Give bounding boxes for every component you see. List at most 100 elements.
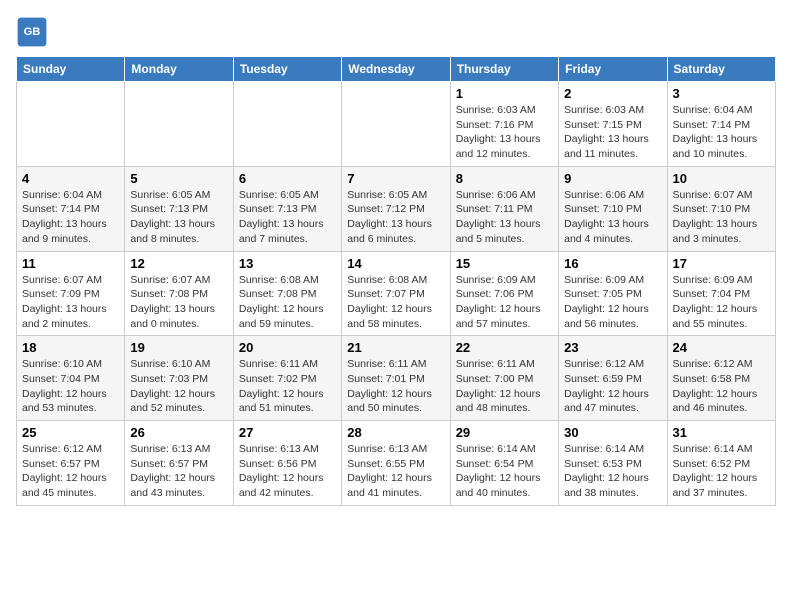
day-info: Sunrise: 6:09 AM Sunset: 7:04 PM Dayligh… <box>673 273 770 332</box>
column-header-thursday: Thursday <box>450 57 558 82</box>
day-number: 2 <box>564 86 661 101</box>
day-number: 21 <box>347 340 444 355</box>
calendar-table: SundayMondayTuesdayWednesdayThursdayFrid… <box>16 56 776 506</box>
day-number: 19 <box>130 340 227 355</box>
day-number: 28 <box>347 425 444 440</box>
calendar-cell <box>17 82 125 167</box>
svg-text:GB: GB <box>24 26 41 38</box>
calendar-cell: 3 Sunrise: 6:04 AM Sunset: 7:14 PM Daylig… <box>667 82 775 167</box>
day-number: 7 <box>347 171 444 186</box>
calendar-body: 1Sunrise: 6:03 AM Sunset: 7:16 PM Daylig… <box>17 82 776 506</box>
calendar-cell: 21 Sunrise: 6:11 AM Sunset: 7:01 PM Dayli… <box>342 336 450 421</box>
calendar-cell: 30Sunrise: 6:14 AM Sunset: 6:53 PM Dayli… <box>559 421 667 506</box>
calendar-cell: 22 Sunrise: 6:11 AM Sunset: 7:00 PM Dayli… <box>450 336 558 421</box>
day-number: 23 <box>564 340 661 355</box>
calendar-cell: 25 Sunrise: 6:12 AM Sunset: 6:57 PM Dayli… <box>17 421 125 506</box>
day-info: Sunrise: 6:05 AM Sunset: 7:13 PM Dayligh… <box>239 188 336 247</box>
day-number: 27 <box>239 425 336 440</box>
day-info: Sunrise: 6:08 AM Sunset: 7:07 PM Dayligh… <box>347 273 444 332</box>
calendar-cell: 19Sunrise: 6:10 AM Sunset: 7:03 PM Dayli… <box>125 336 233 421</box>
calendar-cell: 24 Sunrise: 6:12 AM Sunset: 6:58 PM Dayli… <box>667 336 775 421</box>
calendar-cell: 18 Sunrise: 6:10 AM Sunset: 7:04 PM Dayli… <box>17 336 125 421</box>
logo: GB <box>16 16 52 48</box>
day-number: 18 <box>22 340 119 355</box>
calendar-cell: 15 Sunrise: 6:09 AM Sunset: 7:06 PM Dayli… <box>450 251 558 336</box>
day-info: Sunrise: 6:07 AM Sunset: 7:09 PM Dayligh… <box>22 273 119 332</box>
day-number: 24 <box>673 340 770 355</box>
day-info: Sunrise: 6:11 AM Sunset: 7:02 PM Dayligh… <box>239 357 336 416</box>
calendar-week-4: 18 Sunrise: 6:10 AM Sunset: 7:04 PM Dayli… <box>17 336 776 421</box>
calendar-week-3: 11 Sunrise: 6:07 AM Sunset: 7:09 PM Dayli… <box>17 251 776 336</box>
day-info: Sunrise: 6:06 AM Sunset: 7:10 PM Dayligh… <box>564 188 661 247</box>
calendar-cell: 27 Sunrise: 6:13 AM Sunset: 6:56 PM Dayli… <box>233 421 341 506</box>
day-info: Sunrise: 6:04 AM Sunset: 7:14 PM Dayligh… <box>673 103 770 162</box>
column-header-tuesday: Tuesday <box>233 57 341 82</box>
calendar-cell <box>342 82 450 167</box>
day-number: 1 <box>456 86 553 101</box>
day-info: Sunrise: 6:06 AM Sunset: 7:11 PM Dayligh… <box>456 188 553 247</box>
day-info: Sunrise: 6:04 AM Sunset: 7:14 PM Dayligh… <box>22 188 119 247</box>
calendar-cell: 20 Sunrise: 6:11 AM Sunset: 7:02 PM Dayli… <box>233 336 341 421</box>
day-number: 14 <box>347 256 444 271</box>
column-header-monday: Monday <box>125 57 233 82</box>
day-number: 25 <box>22 425 119 440</box>
day-number: 10 <box>673 171 770 186</box>
day-info: Sunrise: 6:09 AM Sunset: 7:05 PM Dayligh… <box>564 273 661 332</box>
day-info: Sunrise: 6:11 AM Sunset: 7:00 PM Dayligh… <box>456 357 553 416</box>
day-number: 9 <box>564 171 661 186</box>
calendar-cell: 7 Sunrise: 6:05 AM Sunset: 7:12 PM Daylig… <box>342 166 450 251</box>
day-number: 20 <box>239 340 336 355</box>
day-number: 17 <box>673 256 770 271</box>
calendar-cell: 2 Sunrise: 6:03 AM Sunset: 7:15 PM Daylig… <box>559 82 667 167</box>
day-number: 13 <box>239 256 336 271</box>
day-number: 12 <box>130 256 227 271</box>
day-number: 15 <box>456 256 553 271</box>
calendar-cell: 23 Sunrise: 6:12 AM Sunset: 6:59 PM Dayli… <box>559 336 667 421</box>
day-info: Sunrise: 6:10 AM Sunset: 7:04 PM Dayligh… <box>22 357 119 416</box>
day-info: Sunrise: 6:03 AM Sunset: 7:15 PM Dayligh… <box>564 103 661 162</box>
calendar-cell: 29 Sunrise: 6:14 AM Sunset: 6:54 PM Dayli… <box>450 421 558 506</box>
calendar-cell <box>233 82 341 167</box>
day-number: 3 <box>673 86 770 101</box>
day-info: Sunrise: 6:12 AM Sunset: 6:59 PM Dayligh… <box>564 357 661 416</box>
day-info: Sunrise: 6:12 AM Sunset: 6:58 PM Dayligh… <box>673 357 770 416</box>
column-header-sunday: Sunday <box>17 57 125 82</box>
calendar-cell: 31Sunrise: 6:14 AM Sunset: 6:52 PM Dayli… <box>667 421 775 506</box>
calendar-cell: 5 Sunrise: 6:05 AM Sunset: 7:13 PM Daylig… <box>125 166 233 251</box>
day-number: 11 <box>22 256 119 271</box>
day-info: Sunrise: 6:08 AM Sunset: 7:08 PM Dayligh… <box>239 273 336 332</box>
calendar-cell: 16 Sunrise: 6:09 AM Sunset: 7:05 PM Dayli… <box>559 251 667 336</box>
day-info: Sunrise: 6:13 AM Sunset: 6:56 PM Dayligh… <box>239 442 336 501</box>
calendar-cell: 14 Sunrise: 6:08 AM Sunset: 7:07 PM Dayli… <box>342 251 450 336</box>
page-header: GB <box>16 16 776 48</box>
calendar-cell: 8Sunrise: 6:06 AM Sunset: 7:11 PM Daylig… <box>450 166 558 251</box>
calendar-cell: 26Sunrise: 6:13 AM Sunset: 6:57 PM Dayli… <box>125 421 233 506</box>
calendar-cell <box>125 82 233 167</box>
day-info: Sunrise: 6:14 AM Sunset: 6:54 PM Dayligh… <box>456 442 553 501</box>
day-number: 26 <box>130 425 227 440</box>
day-info: Sunrise: 6:05 AM Sunset: 7:12 PM Dayligh… <box>347 188 444 247</box>
calendar-cell: 12Sunrise: 6:07 AM Sunset: 7:08 PM Dayli… <box>125 251 233 336</box>
calendar-cell: 28Sunrise: 6:13 AM Sunset: 6:55 PM Dayli… <box>342 421 450 506</box>
calendar-cell: 17 Sunrise: 6:09 AM Sunset: 7:04 PM Dayli… <box>667 251 775 336</box>
day-number: 5 <box>130 171 227 186</box>
day-number: 22 <box>456 340 553 355</box>
column-header-friday: Friday <box>559 57 667 82</box>
day-info: Sunrise: 6:09 AM Sunset: 7:06 PM Dayligh… <box>456 273 553 332</box>
day-number: 30 <box>564 425 661 440</box>
column-header-wednesday: Wednesday <box>342 57 450 82</box>
calendar-week-5: 25 Sunrise: 6:12 AM Sunset: 6:57 PM Dayli… <box>17 421 776 506</box>
day-info: Sunrise: 6:12 AM Sunset: 6:57 PM Dayligh… <box>22 442 119 501</box>
day-number: 6 <box>239 171 336 186</box>
day-info: Sunrise: 6:07 AM Sunset: 7:10 PM Dayligh… <box>673 188 770 247</box>
day-info: Sunrise: 6:05 AM Sunset: 7:13 PM Dayligh… <box>130 188 227 247</box>
day-info: Sunrise: 6:11 AM Sunset: 7:01 PM Dayligh… <box>347 357 444 416</box>
day-number: 16 <box>564 256 661 271</box>
day-number: 29 <box>456 425 553 440</box>
logo-icon: GB <box>16 16 48 48</box>
column-header-saturday: Saturday <box>667 57 775 82</box>
calendar-cell: 9 Sunrise: 6:06 AM Sunset: 7:10 PM Daylig… <box>559 166 667 251</box>
calendar-cell: 1Sunrise: 6:03 AM Sunset: 7:16 PM Daylig… <box>450 82 558 167</box>
day-number: 4 <box>22 171 119 186</box>
calendar-cell: 6 Sunrise: 6:05 AM Sunset: 7:13 PM Daylig… <box>233 166 341 251</box>
